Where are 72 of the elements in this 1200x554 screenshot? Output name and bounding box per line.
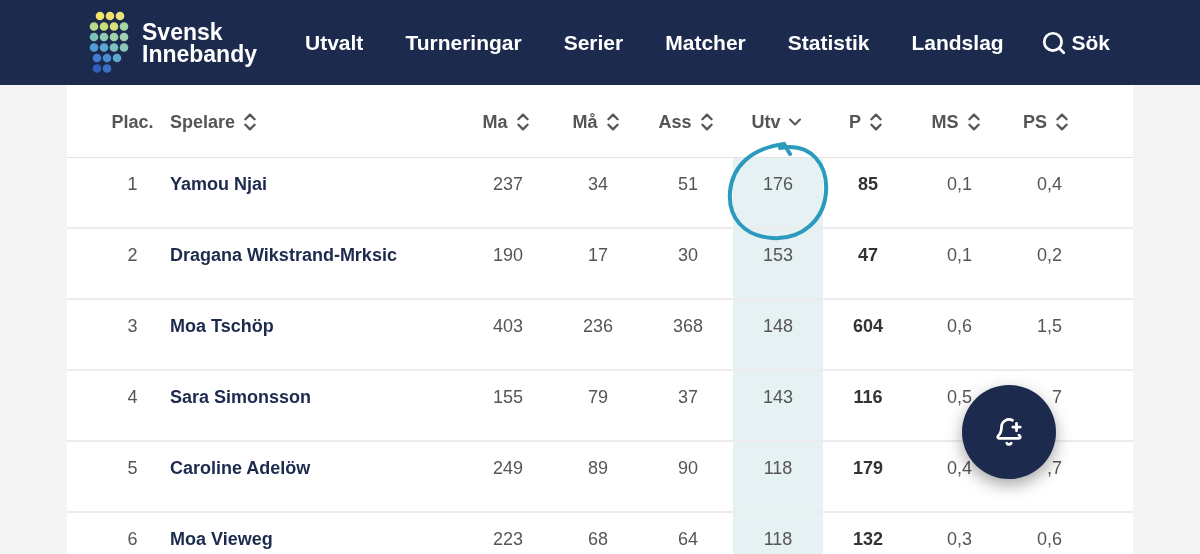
player-name[interactable]: Yamou Njai (170, 171, 268, 198)
table-cell-text: 0,6 (1036, 528, 1062, 551)
table-cell-text: 116 (853, 386, 883, 409)
table-cell-text: 0,5 (946, 386, 972, 409)
nav-link[interactable]: Landslag (911, 26, 1004, 59)
player-name[interactable]: Moa Vieweg (170, 526, 273, 553)
player-name[interactable]: Dragana Wikstrand-Mrksic (170, 242, 397, 269)
table-cell-text: 17 (588, 244, 608, 267)
table-cell-text: 79 (588, 386, 608, 409)
player-name[interactable]: Sara Simonsson (170, 384, 312, 411)
table-cell-text: 118 (763, 457, 793, 480)
table-cell-text: 176 (762, 173, 793, 196)
table-cell-text: 153 (762, 244, 793, 267)
table-cell-text: 403 (492, 315, 523, 338)
nav-link[interactable]: Serier (563, 26, 624, 59)
table-cell-text: 0,6 (946, 315, 972, 338)
table-cell-text: 0,1 (946, 244, 972, 267)
nav-link[interactable]: Utvalt (305, 26, 364, 59)
table-cell-text: 237 (492, 173, 523, 196)
table-cell-text: 6 (127, 528, 138, 551)
column-header[interactable]: Ass (658, 108, 692, 136)
column-header[interactable]: PS (1023, 108, 1047, 136)
nav-link[interactable]: Matcher (665, 26, 746, 59)
table-cell-text: 68 (588, 528, 608, 551)
table-cell-text: ,7 (1047, 457, 1062, 480)
table-cell-text: 1 (127, 173, 138, 196)
table-cell-text: 249 (492, 457, 523, 480)
table-cell-text: 85 (858, 173, 878, 196)
table-cell-text: 368 (672, 315, 703, 338)
table-cell-text: 190 (492, 244, 523, 267)
column-header[interactable]: MS (931, 108, 959, 136)
table-cell-text: 64 (678, 528, 698, 551)
table-cell-text: 0,4 (1036, 173, 1062, 196)
table-cell-text: 89 (588, 457, 608, 480)
table-cell-text: 51 (678, 173, 698, 196)
table-cell-text: 0,3 (946, 528, 972, 551)
table-cell-text: 148 (762, 315, 793, 338)
table-cell-text: 3 (127, 315, 138, 338)
table-cell-text: 118 (763, 528, 793, 551)
table-cell-text: 0,1 (946, 173, 972, 196)
column-header[interactable]: P (849, 108, 861, 136)
logo-text: Innebandy (142, 42, 257, 65)
table-cell-text: 1,5 (1036, 315, 1062, 338)
column-header[interactable]: Må (572, 108, 598, 136)
table-cell-text: 223 (492, 528, 523, 551)
table-cell-text: 0,4 (946, 457, 972, 480)
table-cell-text: 37 (678, 386, 698, 409)
search-button[interactable]: Sök (1041, 26, 1110, 59)
column-header: Plac. (111, 110, 154, 134)
table-cell-text: 0,2 (1036, 244, 1062, 267)
table-cell-text: 90 (678, 457, 698, 480)
table-cell-text: 5 (127, 457, 138, 480)
table-cell-text: 236 (582, 315, 613, 338)
column-header[interactable]: Ma (482, 108, 508, 136)
table-cell-text: 47 (858, 244, 878, 267)
table-cell-text: 179 (852, 457, 883, 480)
logo-text: Svensk (142, 20, 223, 43)
table-cell-text: 34 (588, 173, 608, 196)
column-header[interactable]: Spelare (170, 108, 236, 136)
table-cell-text: 2 (127, 244, 138, 267)
table-cell-text: 30 (678, 244, 698, 267)
table-cell-text: 4 (127, 386, 138, 409)
player-name[interactable]: Caroline Adelöw (170, 455, 311, 482)
table-cell-text: 132 (852, 528, 883, 551)
player-name[interactable]: Moa Tschöp (170, 313, 274, 340)
column-header[interactable]: Utv (751, 108, 781, 136)
table-cell-text: 604 (852, 315, 883, 338)
table-cell-text: 7 (1052, 386, 1062, 409)
nav-link[interactable]: Statistik (787, 26, 870, 59)
table-cell-text: 143 (762, 386, 793, 409)
table-cell-text: 155 (492, 386, 523, 409)
nav-link[interactable]: Turneringar (405, 26, 522, 59)
